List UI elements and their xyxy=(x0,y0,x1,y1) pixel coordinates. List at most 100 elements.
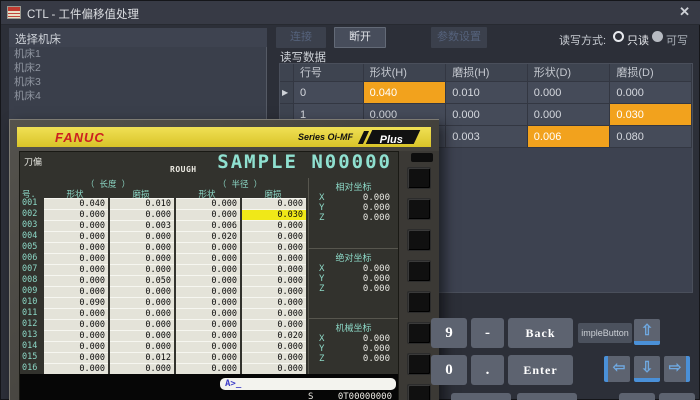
arrow-right-icon[interactable]: ⇨ xyxy=(664,356,690,382)
soft-key[interactable] xyxy=(407,260,431,282)
key-minus[interactable]: - xyxy=(471,318,504,348)
offset-cell[interactable]: 0.000 xyxy=(44,363,108,374)
grid-value-cell[interactable]: 0.000 xyxy=(610,82,692,104)
offset-cell[interactable]: 0.000 xyxy=(176,330,240,341)
arrow-up-icon[interactable]: ⇧ xyxy=(634,319,660,345)
partial-button[interactable] xyxy=(619,393,655,400)
offset-cell[interactable]: 0.090 xyxy=(44,297,108,308)
power-button[interactable] xyxy=(411,153,433,162)
soft-key[interactable] xyxy=(407,353,431,375)
offset-cell[interactable]: 0.000 xyxy=(176,319,240,330)
soft-key[interactable] xyxy=(407,291,431,313)
offset-cell[interactable]: 0.000 xyxy=(242,341,306,352)
offset-cell[interactable]: 0.000 xyxy=(176,286,240,297)
offset-cell[interactable]: 0.000 xyxy=(176,264,240,275)
offset-cell[interactable]: 0.000 xyxy=(242,319,306,330)
offset-cell[interactable]: 0.010 xyxy=(110,198,174,209)
offset-cell[interactable]: 0.000 xyxy=(110,341,174,352)
offset-cell[interactable]: 0.003 xyxy=(110,220,174,231)
grid-value-cell[interactable]: 0.000 xyxy=(528,82,611,104)
offset-cell[interactable]: 0.000 xyxy=(110,264,174,275)
offset-cell[interactable]: 0.020 xyxy=(242,330,306,341)
simple-button[interactable]: impleButton xyxy=(578,323,632,343)
soft-key[interactable] xyxy=(407,322,431,344)
partial-button[interactable] xyxy=(451,393,511,400)
offset-cell[interactable]: 0.000 xyxy=(44,242,108,253)
grid-value-cell[interactable]: 0.030 xyxy=(610,104,692,126)
offset-cell[interactable]: 0.000 xyxy=(110,231,174,242)
grid-value-cell[interactable]: 0.000 xyxy=(528,104,611,126)
offset-cell[interactable]: 0.000 xyxy=(44,220,108,231)
offset-cell[interactable]: 0.000 xyxy=(176,275,240,286)
offset-cell[interactable]: 0.000 xyxy=(242,220,306,231)
machine-list-item[interactable]: 机床3 xyxy=(9,75,266,89)
offset-cell[interactable]: 0.000 xyxy=(242,264,306,275)
offset-cell[interactable]: 0.000 xyxy=(44,330,108,341)
offset-cell[interactable]: 0.050 xyxy=(110,275,174,286)
offset-cell[interactable]: 0.012 xyxy=(110,352,174,363)
offset-cell[interactable]: 0.000 xyxy=(44,352,108,363)
offset-cell[interactable]: 0.000 xyxy=(110,297,174,308)
offset-cell[interactable]: 0.000 xyxy=(242,231,306,242)
offset-cell[interactable]: 0.000 xyxy=(44,275,108,286)
offset-cell[interactable]: 0.000 xyxy=(176,198,240,209)
partial-button[interactable] xyxy=(517,393,577,400)
offset-cell[interactable]: 0.020 xyxy=(176,231,240,242)
offset-cell[interactable]: 0.000 xyxy=(176,253,240,264)
offset-cell[interactable]: 0.000 xyxy=(176,341,240,352)
soft-key[interactable] xyxy=(407,167,431,189)
grid-value-cell[interactable]: 0.000 xyxy=(446,104,528,126)
machine-list-item[interactable]: 机床2 xyxy=(9,61,266,75)
back-button[interactable]: Back xyxy=(508,318,573,348)
offset-cell[interactable]: 0.000 xyxy=(110,209,174,220)
offset-cell[interactable]: 0.000 xyxy=(176,297,240,308)
offset-cell[interactable]: 0.000 xyxy=(242,253,306,264)
offset-cell[interactable]: 0.000 xyxy=(242,352,306,363)
offset-cell[interactable]: 0.000 xyxy=(44,209,108,220)
offset-cell[interactable]: 0.000 xyxy=(110,242,174,253)
offset-cell[interactable]: 0.000 xyxy=(242,198,306,209)
partial-button[interactable] xyxy=(659,393,695,400)
machine-list-item[interactable]: 机床1 xyxy=(9,47,266,61)
row-selector[interactable]: ▶ xyxy=(280,82,294,104)
offset-cell[interactable]: 0.030 xyxy=(242,209,306,220)
radio-readonly[interactable] xyxy=(613,31,624,42)
offset-cell[interactable]: 0.000 xyxy=(176,242,240,253)
close-icon[interactable]: ✕ xyxy=(679,4,690,20)
soft-key[interactable] xyxy=(407,384,431,400)
tool-offset-table[interactable]: （ 长度 ）（ 半径 ）号.形状磨损形状磨损0010.0400.0100.000… xyxy=(22,178,306,374)
disconnect-button[interactable]: 断开 xyxy=(334,27,386,48)
grid-value-cell[interactable]: 0.040 xyxy=(364,82,447,104)
offset-cell[interactable]: 0.000 xyxy=(44,308,108,319)
key-0[interactable]: 0 xyxy=(431,355,467,385)
offset-cell[interactable]: 0.000 xyxy=(176,363,240,374)
offset-cell[interactable]: 0.000 xyxy=(44,231,108,242)
machine-list-item[interactable]: 机床4 xyxy=(9,89,266,103)
connect-button[interactable]: 连接 xyxy=(276,27,326,48)
table-row[interactable]: ▶00.0400.0100.0000.000 xyxy=(280,82,692,104)
offset-cell[interactable]: 0.000 xyxy=(176,308,240,319)
offset-cell[interactable]: 0.000 xyxy=(110,253,174,264)
offset-cell[interactable]: 0.000 xyxy=(110,308,174,319)
key-dot[interactable]: . xyxy=(471,355,504,385)
offset-cell[interactable]: 0.000 xyxy=(110,286,174,297)
offset-cell[interactable]: 0.000 xyxy=(44,264,108,275)
grid-value-cell[interactable]: 0.080 xyxy=(610,126,692,148)
cnc-input-prompt[interactable]: A>_ xyxy=(220,378,396,390)
offset-cell[interactable]: 0.000 xyxy=(44,286,108,297)
offset-cell[interactable]: 0.000 xyxy=(110,330,174,341)
settings-button[interactable]: 参数设置 xyxy=(431,27,487,48)
offset-cell[interactable]: 0.040 xyxy=(44,198,108,209)
arrow-left-icon[interactable]: ⇦ xyxy=(604,356,630,382)
offset-cell[interactable]: 0.000 xyxy=(44,341,108,352)
offset-cell[interactable]: 0.006 xyxy=(176,220,240,231)
offset-cell[interactable]: 0.000 xyxy=(176,209,240,220)
radio-readonly-label[interactable]: 只读 xyxy=(627,32,649,48)
offset-cell[interactable]: 0.000 xyxy=(242,363,306,374)
radio-writable[interactable] xyxy=(652,31,663,42)
offset-cell[interactable]: 0.000 xyxy=(242,275,306,286)
offset-cell[interactable]: 0.000 xyxy=(242,286,306,297)
offset-cell[interactable]: 0.000 xyxy=(44,319,108,330)
offset-cell[interactable]: 0.000 xyxy=(44,253,108,264)
soft-key[interactable] xyxy=(407,229,431,251)
